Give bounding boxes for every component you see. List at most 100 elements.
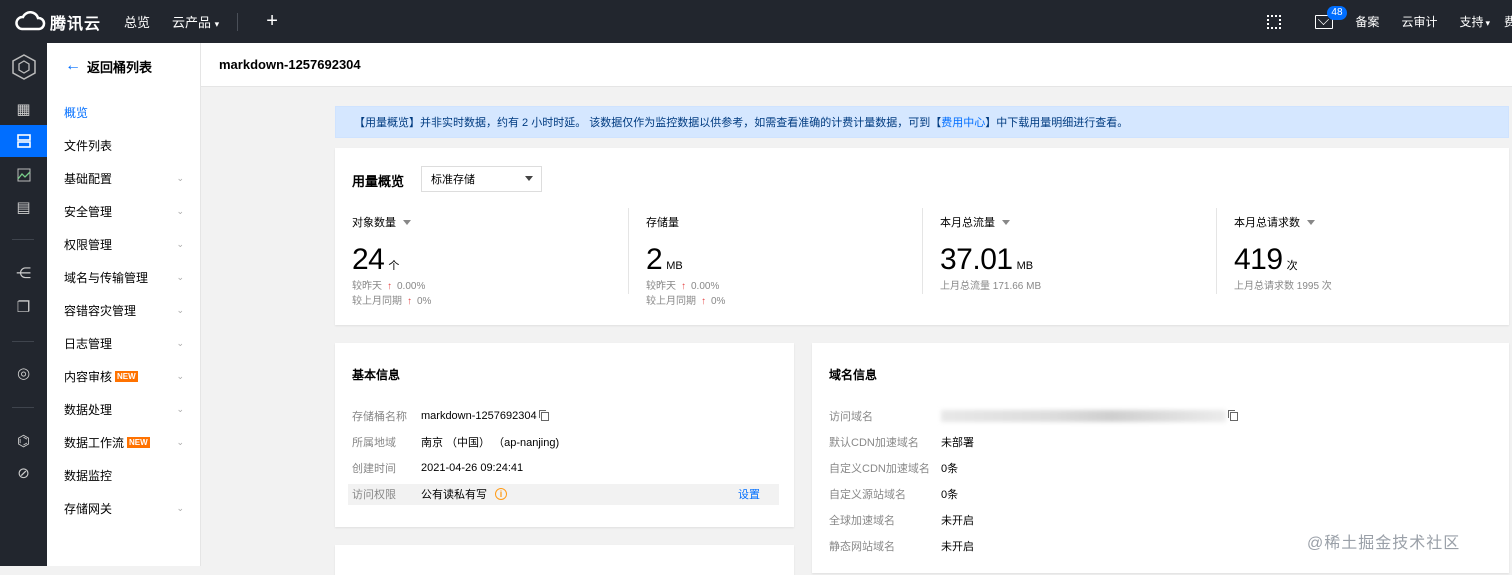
sidebar-item-overview[interactable]: 概览 — [47, 96, 200, 129]
target-icon[interactable]: ◎ — [0, 357, 47, 389]
nav-overview[interactable]: 总览 — [124, 12, 150, 31]
back-to-bucket-list[interactable]: ← 返回桶列表 — [47, 43, 200, 89]
sidebar-item-content-review[interactable]: 内容审核 NEW ⌄ — [47, 360, 200, 393]
nav-products[interactable]: 云产品 ▾ — [172, 12, 219, 31]
top-right-tools: 48 备案 云审计 支持 ▾ 费 — [1267, 0, 1512, 43]
sidebar-item-data-monitor[interactable]: 数据监控 — [47, 459, 200, 492]
copy-pages-icon[interactable]: ❐ — [0, 291, 47, 323]
copy-icon[interactable] — [538, 409, 549, 421]
metric-label: 存储量 — [646, 214, 725, 230]
metric-unit: 次 — [1286, 260, 1298, 272]
sidebar-item-data-processing[interactable]: 数据处理 ⌄ — [47, 393, 200, 426]
redacted-domain — [941, 410, 1226, 422]
info-value: 南京 （中国） （ap-nanjing) — [421, 437, 560, 449]
broken-image-icon — [16, 168, 30, 182]
nav-support[interactable]: 支持 ▾ — [1459, 13, 1490, 30]
metric-label-text: 对象数量 — [352, 217, 396, 229]
metric-object-count: 对象数量 24 个 较昨天 ↑ 0.00% 较上月同期 ↑ 0% — [352, 214, 431, 324]
metric-label[interactable]: 对象数量 — [352, 214, 431, 230]
sidebar-item-label: 概览 — [64, 106, 89, 120]
info-value: 2021-04-26 09:24:41 — [421, 462, 524, 474]
qr-code-icon[interactable] — [1267, 14, 1282, 29]
chevron-down-icon: ⌄ — [176, 371, 184, 381]
tencent-cloud-logo[interactable]: 腾讯云 — [14, 10, 104, 34]
chevron-down-icon: ▾ — [1485, 18, 1490, 28]
cos-cube-icon[interactable] — [0, 51, 47, 83]
nav-cloud-audit[interactable]: 云审计 — [1401, 13, 1437, 30]
arrow-up-icon: ↑ — [701, 296, 706, 307]
sidebar-item-label: 容错容灾管理 — [64, 304, 137, 318]
month-compare-pct: 0% — [711, 296, 726, 307]
sidebar-item-storage-gateway[interactable]: 存储网关 ⌄ — [47, 492, 200, 525]
divider — [12, 341, 34, 342]
hexagon-icon — [11, 54, 36, 80]
usage-title: 用量概览 — [352, 174, 405, 189]
metric-value: 37.01 — [940, 243, 1013, 276]
sidebar-item-security[interactable]: 安全管理 ⌄ — [47, 195, 200, 228]
divider — [237, 12, 239, 31]
metric-label[interactable]: 本月总流量 — [940, 214, 1041, 230]
storage-class-select[interactable]: 标准存储 — [421, 166, 542, 192]
metric-label-text: 本月总流量 — [940, 217, 995, 229]
next-card — [335, 545, 794, 575]
sidebar-item-label: 数据处理 — [64, 403, 113, 417]
sidebar-item-permissions[interactable]: 权限管理 ⌄ — [47, 228, 200, 261]
sidebar-item-label: 基础配置 — [64, 172, 113, 186]
image-icon[interactable] — [0, 159, 47, 191]
chevron-down-icon: ⌄ — [176, 437, 184, 447]
sidebar-item-basic-config[interactable]: 基础配置 ⌄ — [47, 162, 200, 195]
network-icon[interactable]: ⌬ — [0, 425, 47, 457]
sidebar-item-label: 日志管理 — [64, 337, 113, 351]
new-badge: NEW — [115, 371, 138, 382]
nav-more[interactable]: 费 — [1504, 13, 1512, 30]
grid-overview-icon[interactable]: ▦ — [0, 93, 47, 125]
day-compare-pct: 0.00% — [397, 281, 426, 292]
watermark: @稀土掘金技术社区 — [1307, 535, 1461, 552]
day-compare-pct: 0.00% — [691, 281, 720, 292]
arrow-left-icon: ← — [65, 57, 81, 74]
day-compare-label: 较昨天 — [352, 281, 382, 292]
info-value: 未开启 — [941, 515, 974, 527]
page-title: markdown-1257692304 — [201, 43, 1512, 87]
file-check-icon[interactable]: ▤ — [0, 191, 47, 223]
info-key: 自定义CDN加速域名 — [829, 463, 930, 475]
domain-row-custom-origin: 自定义源站域名 0条 — [829, 484, 958, 504]
card-title: 域名信息 — [829, 368, 878, 382]
chevron-down-icon: ⌄ — [176, 404, 184, 414]
top-bar: 腾讯云 总览 云产品 ▾ + 48 备案 云审计 支持 ▾ 费 — [0, 0, 1512, 43]
select-value: 标准存储 — [431, 174, 475, 186]
month-compare-label: 较上月同期 — [646, 296, 696, 307]
nav-record[interactable]: 备案 — [1355, 13, 1379, 30]
sidebar-item-label: 数据工作流 — [64, 436, 125, 450]
access-value: 公有读私有写 — [421, 489, 487, 501]
info-row-region: 所属地域 南京 （中国） （ap-nanjing) — [352, 432, 559, 452]
billing-center-link[interactable]: 费用中心 — [941, 114, 985, 130]
sidebar-item-disaster-recovery[interactable]: 容错容灾管理 ⌄ — [47, 294, 200, 327]
domain-row-static-site: 静态网站域名 未开启 — [829, 536, 974, 556]
sidebar-item-data-workflow[interactable]: 数据工作流 NEW ⌄ — [47, 426, 200, 459]
sidebar-item-label: 存储网关 — [64, 502, 113, 516]
sidebar-item-file-list[interactable]: 文件列表 — [47, 129, 200, 162]
sidebar-item-domain-transfer[interactable]: 域名与传输管理 ⌄ — [47, 261, 200, 294]
tree-icon[interactable]: ⋲ — [0, 257, 47, 289]
copy-icon[interactable] — [1228, 409, 1238, 421]
metric-label[interactable]: 本月总请求数 — [1234, 214, 1332, 230]
nav-products-label: 云产品 — [172, 15, 212, 30]
chevron-down-icon: ▾ — [214, 19, 220, 29]
database-icon — [16, 134, 31, 148]
sidebar-item-label: 安全管理 — [64, 205, 113, 219]
info-value: 未开启 — [941, 541, 974, 553]
domain-row-global-accel: 全球加速域名 未开启 — [829, 510, 974, 530]
info-icon[interactable]: i — [495, 488, 507, 500]
bucket-list-icon[interactable] — [0, 125, 47, 157]
sidebar-item-label: 内容审核 — [64, 370, 113, 384]
usage-overview-card: 用量概览 标准存储 对象数量 24 个 较昨天 ↑ 0.00% 较上月同期 ↑ 0% 存储… — [335, 148, 1509, 325]
mail-icon[interactable]: 48 — [1315, 5, 1347, 29]
add-shortcut-button[interactable]: + — [266, 10, 278, 33]
access-settings-link[interactable]: 设置 — [738, 486, 760, 502]
sidebar-item-logs[interactable]: 日志管理 ⌄ — [47, 327, 200, 360]
no-entry-icon[interactable]: ⊘ — [0, 457, 47, 489]
info-key: 创建时间 — [352, 463, 396, 475]
basic-info-card: 基本信息 存储桶名称 markdown-1257692304 所属地域 南京 （… — [335, 343, 794, 527]
info-value: 未部署 — [941, 437, 974, 449]
